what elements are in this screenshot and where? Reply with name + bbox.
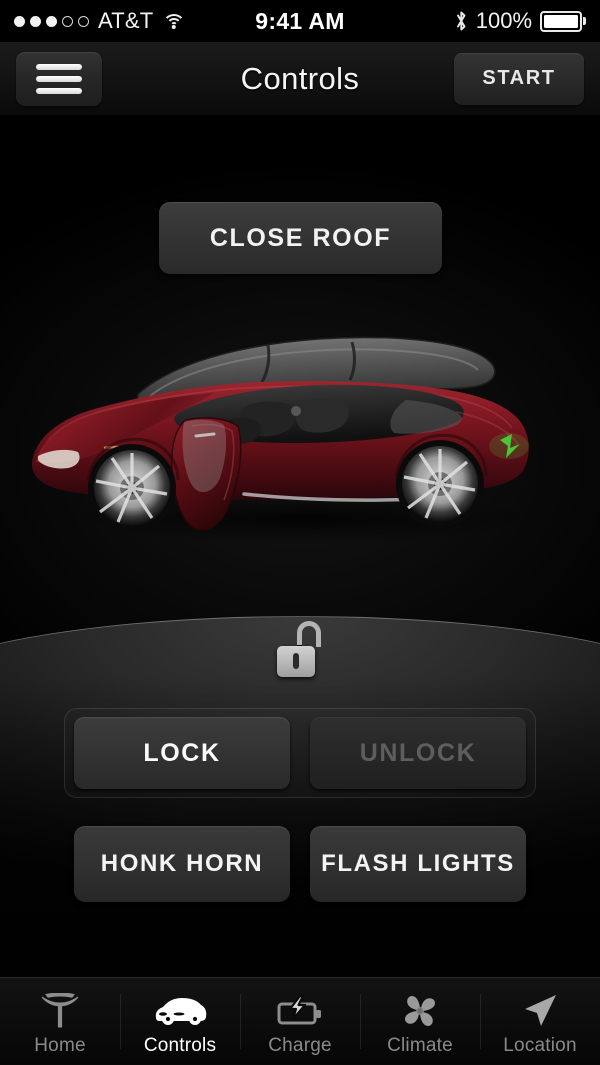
tab-controls[interactable]: Controls bbox=[120, 978, 240, 1065]
action-button-row: HONK HORN FLASH LIGHTS bbox=[74, 826, 526, 902]
status-bar-clock: 9:41 AM bbox=[255, 7, 345, 34]
fan-icon bbox=[400, 990, 440, 1032]
lock-button[interactable]: LOCK bbox=[74, 717, 290, 789]
tab-label: Climate bbox=[387, 1035, 453, 1056]
signal-strength-dots bbox=[14, 15, 89, 27]
start-button[interactable]: START bbox=[454, 52, 584, 105]
navigation-arrow-icon bbox=[520, 990, 560, 1032]
signal-dot-empty bbox=[62, 15, 73, 27]
unlock-button[interactable]: UNLOCK bbox=[310, 717, 526, 789]
tab-charge[interactable]: Charge bbox=[240, 978, 360, 1065]
car-icon bbox=[152, 990, 208, 1032]
status-bar-left: AT&T bbox=[14, 8, 255, 34]
signal-dot-empty bbox=[78, 15, 89, 27]
tesla-logo-icon bbox=[40, 990, 80, 1032]
tab-label: Charge bbox=[268, 1035, 332, 1056]
flash-lights-button[interactable]: FLASH LIGHTS bbox=[310, 826, 526, 902]
navigation-bar: Controls START bbox=[0, 42, 600, 116]
tesla-app-screen: AT&T 9:41 AM 100% Controls START CLOSE R… bbox=[0, 0, 600, 1065]
tab-climate[interactable]: Climate bbox=[360, 978, 480, 1065]
close-roof-button[interactable]: CLOSE ROOF bbox=[159, 202, 442, 274]
tab-location[interactable]: Location bbox=[480, 978, 600, 1065]
battery-percent-label: 100% bbox=[475, 8, 533, 33]
bluetooth-icon bbox=[455, 10, 468, 32]
vehicle-image bbox=[0, 316, 600, 566]
tab-label: Controls bbox=[143, 1035, 217, 1056]
battery-bolt-icon bbox=[276, 990, 324, 1032]
status-bar: AT&T 9:41 AM 100% bbox=[0, 0, 600, 42]
signal-dot-filled bbox=[14, 15, 25, 27]
status-bar-right: 100% bbox=[345, 8, 587, 34]
unlocked-padlock-icon bbox=[277, 621, 323, 677]
tab-label: Location bbox=[503, 1035, 577, 1056]
tab-label: Home bbox=[34, 1035, 86, 1056]
signal-dot-filled bbox=[30, 15, 41, 27]
carrier-name: AT&T bbox=[98, 8, 154, 33]
hamburger-menu-icon[interactable] bbox=[16, 51, 102, 106]
lock-button-group: LOCK UNLOCK bbox=[64, 708, 536, 798]
bottom-tab-bar: Home Controls Charge Climate Location bbox=[0, 977, 600, 1065]
honk-horn-button[interactable]: HONK HORN bbox=[74, 826, 290, 902]
main-content: CLOSE ROOF LOCK UNLOCK HONK HORN FLASH L… bbox=[0, 116, 600, 977]
battery-full-icon bbox=[540, 10, 587, 32]
signal-dot-filled bbox=[46, 15, 57, 27]
wifi-icon bbox=[162, 13, 186, 30]
tab-home[interactable]: Home bbox=[0, 978, 120, 1065]
